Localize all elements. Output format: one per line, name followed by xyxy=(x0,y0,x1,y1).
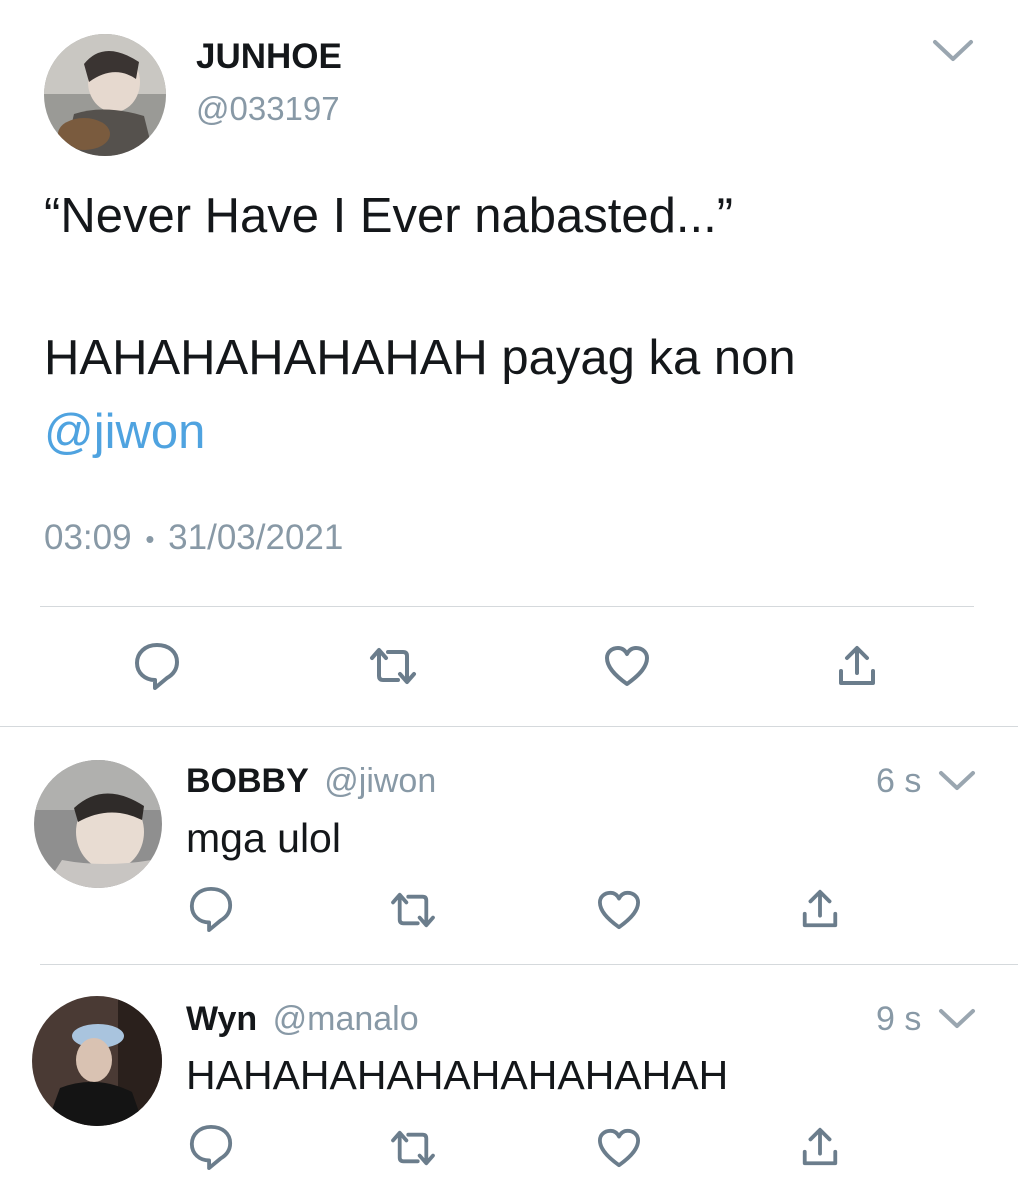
reply-age: 6 s xyxy=(876,762,922,800)
tweet-text-line2: HAHAHAHAHAHAH payag ka non xyxy=(44,331,796,385)
reply-text: HAHAHAHAHAHAHAHAHAH xyxy=(186,1052,729,1098)
speech-bubble-icon[interactable] xyxy=(186,1122,236,1172)
display-name[interactable]: Wyn xyxy=(186,1000,257,1038)
tweet-text-line1: “Never Have I Ever nabasted...” xyxy=(44,189,734,243)
user-handle[interactable]: @jiwon xyxy=(324,762,436,800)
retweet-icon[interactable] xyxy=(368,643,418,689)
divider xyxy=(40,606,974,607)
speech-bubble-icon[interactable] xyxy=(132,640,182,692)
tweet-time: 03:09 xyxy=(44,518,132,557)
avatar[interactable] xyxy=(32,996,162,1126)
user-handle[interactable]: @manalo xyxy=(273,1000,419,1038)
retweet-icon[interactable] xyxy=(388,1128,438,1168)
share-icon[interactable] xyxy=(834,642,880,690)
tweet-timestamp: 03:09 • 31/03/2021 xyxy=(44,518,343,558)
chevron-down-icon[interactable] xyxy=(930,36,976,66)
retweet-icon[interactable] xyxy=(388,890,438,930)
display-name[interactable]: JUNHOE xyxy=(196,37,342,77)
share-icon[interactable] xyxy=(798,886,842,932)
reply-age: 9 s xyxy=(876,1000,922,1038)
heart-icon[interactable] xyxy=(602,643,652,689)
mention-link[interactable]: @jiwon xyxy=(44,404,205,460)
chevron-down-icon[interactable] xyxy=(936,768,978,794)
avatar[interactable] xyxy=(34,760,162,888)
reply-text: mga ulol xyxy=(186,815,341,861)
display-name[interactable]: BOBBY xyxy=(186,762,309,800)
divider xyxy=(40,964,1018,965)
heart-icon[interactable] xyxy=(594,888,644,932)
heart-icon[interactable] xyxy=(594,1126,644,1170)
reply-header: Wyn @manalo xyxy=(186,1000,419,1039)
chevron-down-icon[interactable] xyxy=(936,1006,978,1032)
tweet-date: 31/03/2021 xyxy=(168,518,344,557)
share-icon[interactable] xyxy=(798,1124,842,1170)
avatar[interactable] xyxy=(44,34,166,156)
user-handle[interactable]: @033197 xyxy=(196,90,340,128)
timestamp-separator: • xyxy=(145,524,155,555)
speech-bubble-icon[interactable] xyxy=(186,884,236,934)
reply-header: BOBBY @jiwon xyxy=(186,762,436,801)
section-divider xyxy=(0,726,1018,727)
